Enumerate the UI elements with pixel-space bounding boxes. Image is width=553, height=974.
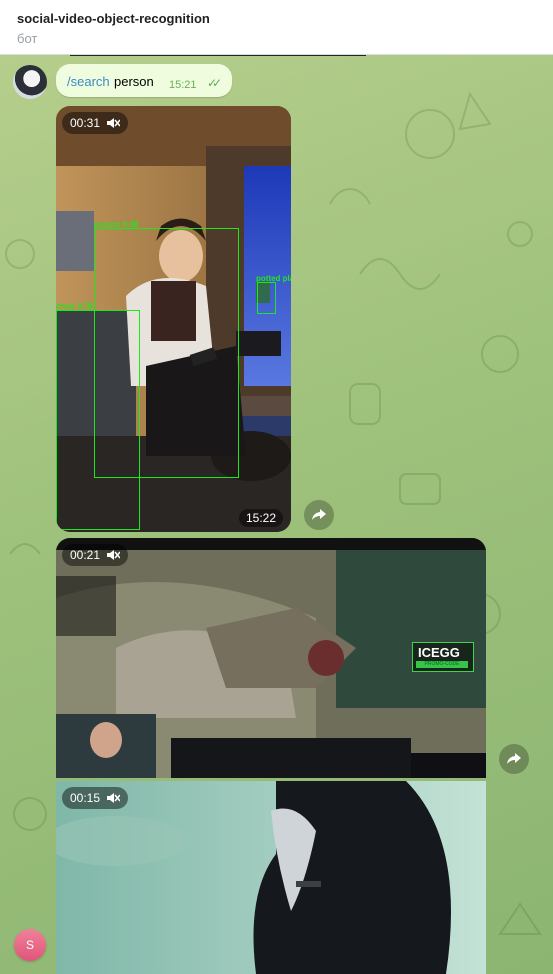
- video-1-time: 15:22: [238, 509, 283, 527]
- mute-icon[interactable]: [106, 792, 121, 804]
- promo-sub: PROMO-CODE: [416, 661, 468, 668]
- bot-avatar[interactable]: [13, 65, 47, 99]
- detection-box-chair: [56, 310, 140, 530]
- outgoing-message[interactable]: /search person 15:21 ✓✓: [56, 64, 232, 97]
- share-icon: [312, 509, 326, 520]
- video-message-3[interactable]: 00:15: [56, 781, 486, 974]
- video-message-2[interactable]: ICEGG PROMO-CODE 00:21: [56, 538, 486, 778]
- video-3-frame: [56, 781, 486, 974]
- share-icon: [507, 753, 521, 764]
- video-1-duration: 00:31: [70, 116, 101, 130]
- command-link[interactable]: /search: [67, 74, 110, 89]
- share-button-2[interactable]: [499, 744, 529, 774]
- video-2-duration-pill[interactable]: 00:21: [62, 544, 129, 566]
- message-time: 15:21: [169, 79, 197, 91]
- mute-icon[interactable]: [106, 549, 121, 561]
- share-button-1[interactable]: [304, 500, 334, 530]
- video-1-duration-pill[interactable]: 00:31: [62, 112, 129, 134]
- chat-subtitle: бот: [17, 31, 38, 46]
- user-avatar-button[interactable]: S: [14, 929, 46, 961]
- mute-icon[interactable]: [106, 117, 121, 129]
- detection-box-plant: [257, 282, 276, 314]
- video-3-duration-pill[interactable]: 00:15: [62, 787, 129, 809]
- video-message-1[interactable]: person 0.98 potted plant chair 0.78 00:3…: [56, 106, 291, 532]
- promo-brand: ICEGG: [418, 645, 460, 660]
- command-argument: person: [114, 74, 154, 89]
- video-2-duration: 00:21: [70, 548, 101, 562]
- detection-label-chair: chair 0.78: [56, 302, 93, 311]
- detection-label-plant: potted plant: [256, 274, 291, 283]
- promo-overlay: ICEGG PROMO-CODE: [412, 642, 474, 672]
- chat-header[interactable]: social-video-object-recognition бот: [0, 0, 553, 55]
- double-check-icon: ✓✓: [207, 76, 222, 90]
- detection-label-person: person 0.98: [94, 220, 139, 229]
- video-3-duration: 00:15: [70, 791, 101, 805]
- user-avatar-letter: S: [25, 938, 34, 952]
- chat-title: social-video-object-recognition: [17, 11, 210, 26]
